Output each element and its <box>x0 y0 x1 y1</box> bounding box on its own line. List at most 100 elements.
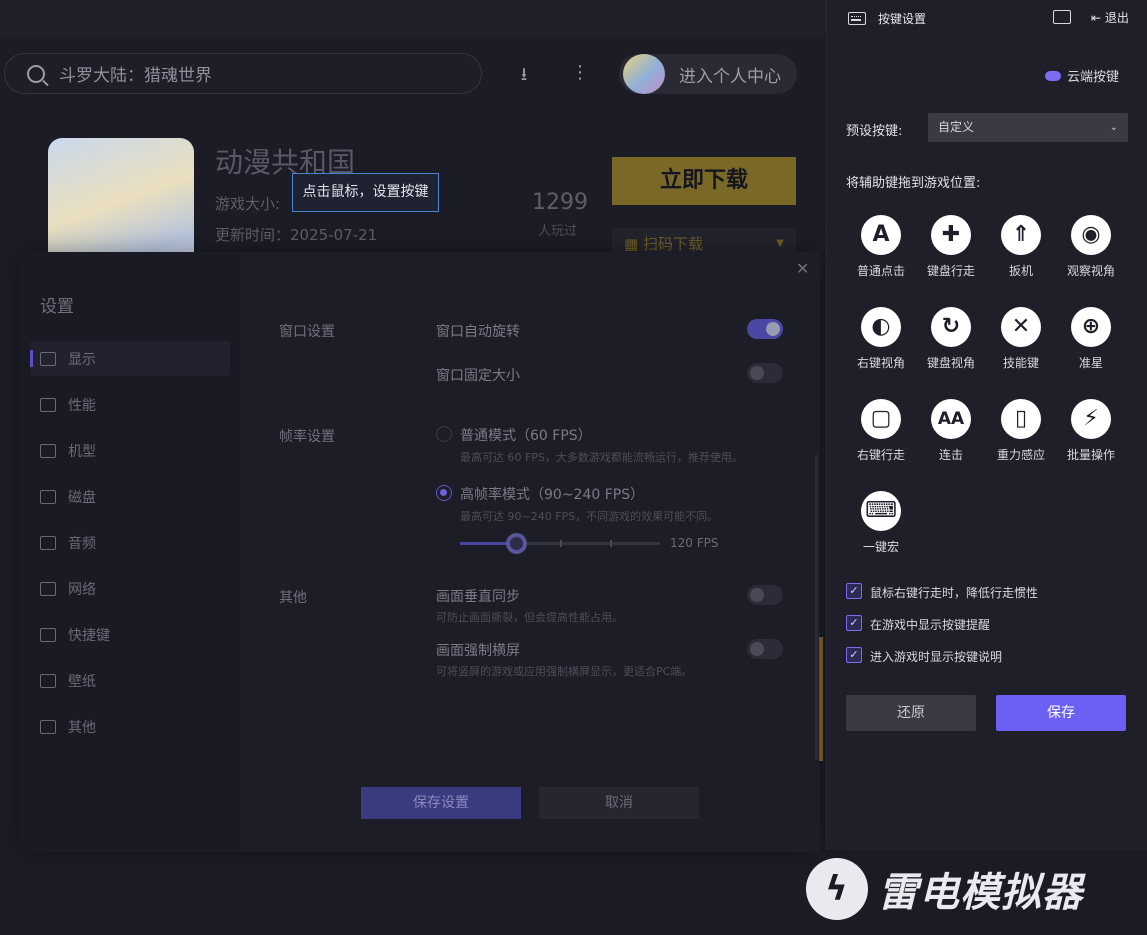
settings-nav-label: 性能 <box>68 397 96 414</box>
settings-nav-item[interactable]: 网络 <box>30 571 230 606</box>
qr-icon: ▦ <box>624 235 643 253</box>
user-center-button[interactable]: 进入个人中心 <box>619 54 797 94</box>
auto-rotate-toggle[interactable] <box>747 319 783 339</box>
keymap-header: 按键设置 <box>848 10 926 27</box>
settings-nav-label: 快捷键 <box>68 627 110 644</box>
option-checkbox[interactable]: ✓ <box>846 615 862 631</box>
force-landscape-toggle[interactable] <box>747 639 783 659</box>
key-tool-item[interactable]: ↻ 键盘视角 <box>916 307 986 371</box>
restore-button[interactable]: 还原 <box>846 695 976 731</box>
key-tool-item[interactable]: ▯ 重力感应 <box>986 399 1056 463</box>
key-tool-item[interactable]: ✕ 技能键 <box>986 307 1056 371</box>
option-label[interactable]: 鼠标右键行走时，降低行走惯性 <box>870 584 1038 601</box>
monitor-icon <box>40 351 56 366</box>
option-label[interactable]: 进入游戏时显示按键说明 <box>870 648 1002 665</box>
download-button[interactable]: 立即下载 <box>612 157 796 205</box>
key-tool-item[interactable]: A 普通点击 <box>846 215 916 279</box>
high-mode-radio[interactable] <box>436 485 452 501</box>
user-center-label: 进入个人中心 <box>679 66 781 87</box>
key-tool-icon: ▯ <box>1001 399 1041 439</box>
scrollbar-track[interactable] <box>815 455 818 760</box>
cancel-button[interactable]: 取消 <box>539 787 699 819</box>
key-tool-item[interactable]: ⌨ 一键宏 <box>846 491 916 555</box>
settings-nav-label: 其他 <box>68 719 96 736</box>
search-box[interactable]: 斗罗大陆：猎魂世界 <box>4 53 482 94</box>
vsync-desc: 可防止画面撕裂，但会提高性能占用。 <box>436 611 623 624</box>
key-tool-icon: ◐ <box>861 307 901 347</box>
folder-icon <box>40 443 56 458</box>
option-label[interactable]: 在游戏中显示按键提醒 <box>870 616 990 633</box>
key-tool-label: 普通点击 <box>856 264 905 278</box>
more-vertical-icon[interactable]: ⋮ <box>568 62 592 86</box>
close-icon[interactable]: ✕ <box>796 259 809 278</box>
gamepad-icon <box>40 535 56 550</box>
key-tool-item[interactable]: ✚ 键盘行走 <box>916 215 986 279</box>
key-tool-item[interactable]: ⚡ 批量操作 <box>1056 399 1126 463</box>
scrollbar-thumb[interactable] <box>819 637 823 761</box>
vsync-toggle[interactable] <box>747 585 783 605</box>
avatar <box>623 54 665 94</box>
force-landscape-desc: 可将竖屏的游戏或应用强制横屏显示，更适合PC端。 <box>436 665 693 678</box>
preset-select[interactable]: 自定义 ⌄ <box>928 113 1128 142</box>
key-tool-item[interactable]: ⇑ 扳机 <box>986 215 1056 279</box>
key-tool-label: 键盘视角 <box>926 356 975 370</box>
preset-value: 自定义 <box>938 120 975 134</box>
download-icon[interactable]: ⭳ <box>512 62 536 86</box>
settings-nav-item[interactable]: 其他 <box>30 709 230 744</box>
keyboard-icon <box>40 627 56 642</box>
normal-mode-label[interactable]: 普通模式（60 FPS） <box>460 425 592 445</box>
key-tool-item[interactable]: ◐ 右键视角 <box>846 307 916 371</box>
palette-icon <box>40 673 56 688</box>
settings-nav-item[interactable]: 磁盘 <box>30 479 230 514</box>
fixed-size-toggle[interactable] <box>747 363 783 383</box>
key-tool-label: 右键行走 <box>856 448 905 462</box>
key-tool-item[interactable]: ◉ 观察视角 <box>1056 215 1126 279</box>
option-checkbox[interactable]: ✓ <box>846 647 862 663</box>
logo-mark-icon: ϟ <box>806 858 868 920</box>
disk-icon <box>40 489 56 504</box>
high-mode-label[interactable]: 高帧率模式（90~240 FPS） <box>460 484 644 504</box>
key-tool-label: 重力感应 <box>996 448 1045 462</box>
settings-nav-item[interactable]: 机型 <box>30 433 230 468</box>
cloud-keys-label: 云端按键 <box>1067 70 1120 85</box>
key-tool-label: 技能键 <box>1002 356 1039 370</box>
keymap-tooltip: 点击鼠标，设置按键 <box>292 173 439 212</box>
fps-slider-handle[interactable] <box>506 533 527 554</box>
normal-mode-radio[interactable] <box>436 426 452 442</box>
cloud-keys-button[interactable]: 云端按键 <box>1045 66 1119 85</box>
key-tool-icon: ▢ <box>861 399 901 439</box>
exit-icon: ⇤ <box>1091 11 1105 25</box>
key-tool-label: 扳机 <box>1008 264 1033 278</box>
folder-icon[interactable] <box>1053 10 1071 24</box>
settings-nav-item[interactable]: 快捷键 <box>30 617 230 652</box>
exit-button[interactable]: ⇤ 退出 <box>1091 9 1129 26</box>
settings-nav-label: 磁盘 <box>68 489 96 506</box>
player-count: 1299 <box>532 190 588 215</box>
settings-nav-item[interactable]: 壁纸 <box>30 663 230 698</box>
settings-nav-item[interactable]: 显示 <box>30 341 230 376</box>
key-tool-icon: ◉ <box>1071 215 1111 255</box>
save-keymap-button[interactable]: 保存 <box>996 695 1126 731</box>
chevron-down-icon: ⌄ <box>1109 122 1118 133</box>
auto-rotate-label: 窗口自动旋转 <box>436 324 520 340</box>
key-tool-label: 准星 <box>1078 356 1103 370</box>
key-tool-item[interactable]: AA 连击 <box>916 399 986 463</box>
settings-nav-item[interactable]: 性能 <box>30 387 230 422</box>
option-checkbox[interactable]: ✓ <box>846 583 862 599</box>
search-input[interactable]: 斗罗大陆：猎魂世界 <box>59 61 212 86</box>
key-tool-icon: ✚ <box>931 215 971 255</box>
fixed-size-label: 窗口固定大小 <box>436 368 520 384</box>
preset-label: 预设按键: <box>846 124 903 139</box>
settings-title: 设置 <box>40 297 74 317</box>
key-tool-item[interactable]: ⊕ 准星 <box>1056 307 1126 371</box>
settings-nav-label: 显示 <box>68 351 96 368</box>
settings-nav-item[interactable]: 音频 <box>30 525 230 560</box>
fps-value: 120 FPS <box>670 536 719 550</box>
exit-label: 退出 <box>1104 11 1129 25</box>
keymap-title: 按键设置 <box>878 12 927 26</box>
fps-section-label: 帧率设置 <box>279 429 335 445</box>
key-tool-item[interactable]: ▢ 右键行走 <box>846 399 916 463</box>
save-settings-button[interactable]: 保存设置 <box>361 787 521 819</box>
normal-mode-desc: 最高可达 60 FPS，大多数游戏都能流畅运行，推荐使用。 <box>460 451 743 464</box>
grid-icon <box>40 719 56 734</box>
